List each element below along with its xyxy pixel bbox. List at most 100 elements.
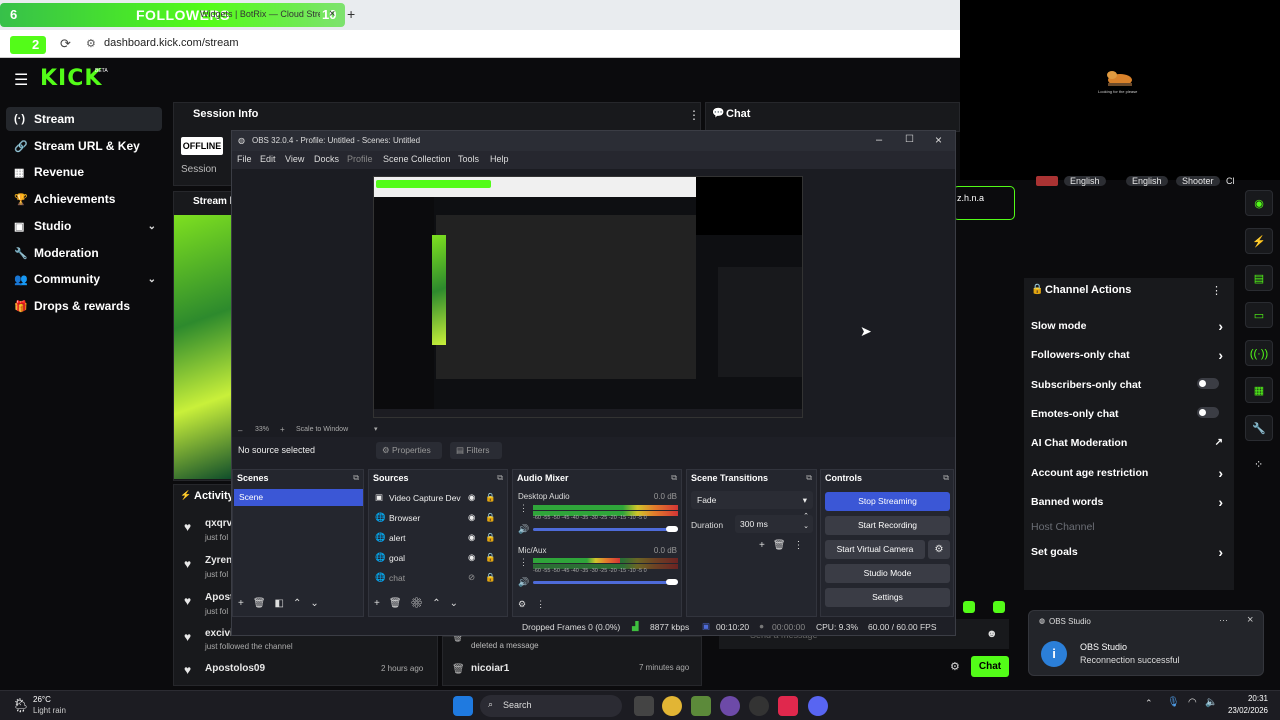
mod-log-user[interactable]: nicoiar1	[471, 663, 509, 674]
eye-icon[interactable]: ◉	[468, 532, 475, 543]
emoji-icon[interactable]: ☻	[986, 628, 998, 640]
undock-icon[interactable]: ⧉	[671, 473, 677, 483]
activity-user[interactable]: Zyren	[205, 555, 232, 566]
activity-user[interactable]: Apostolos09	[205, 663, 265, 674]
eye-icon[interactable]: ◉	[468, 552, 475, 563]
scene-item[interactable]: Scene	[234, 489, 363, 506]
stop-streaming-button[interactable]: Stop Streaming	[825, 492, 950, 511]
clipboard-icon[interactable]: ▤	[1245, 265, 1273, 291]
source-item[interactable]: 🌐 chat ⊘ 🔒	[369, 570, 507, 588]
sidebar-item-studio[interactable]: ▣ Studio ⌄	[6, 214, 162, 238]
sidebar-item-drops-rewards[interactable]: 🎁 Drops & rewards	[6, 294, 162, 318]
microphone-icon[interactable]: 🎙	[1167, 697, 1180, 708]
close-icon[interactable]: ×	[935, 133, 942, 147]
layout-icon[interactable]: ▦	[1245, 377, 1273, 403]
session-menu-icon[interactable]: ⋮	[688, 108, 700, 122]
lock-icon[interactable]: 🔒	[485, 492, 496, 503]
menu-file[interactable]: File	[237, 154, 252, 164]
emote-icon[interactable]	[963, 601, 975, 613]
more-icon[interactable]: ⋮	[794, 540, 812, 551]
source-item[interactable]: ▣ Video Capture Dev ◉ 🔒	[369, 490, 507, 508]
minimize-icon[interactable]: –	[876, 134, 882, 146]
taskbar-search[interactable]: ⌕ Search	[480, 695, 622, 717]
start-virtual-camera-button[interactable]: Start Virtual Camera	[825, 540, 925, 559]
menu-tools[interactable]: Tools	[458, 154, 479, 164]
sidebar-item-revenue[interactable]: ▦ Revenue	[6, 160, 162, 184]
mic-volume-slider[interactable]	[533, 581, 678, 584]
volume-knob[interactable]	[666, 579, 678, 585]
lightning-icon[interactable]: ⚡	[1245, 228, 1273, 254]
source-item[interactable]: 🌐 goal ◉ 🔒	[369, 550, 507, 568]
discord-icon[interactable]	[808, 696, 828, 716]
account-age-restriction-row[interactable]: Account age restriction ›	[1031, 465, 1227, 481]
more-icon[interactable]: ⁘	[1254, 458, 1263, 471]
minecraft-icon[interactable]	[691, 696, 711, 716]
menu-profile[interactable]: Profile	[347, 154, 373, 164]
obs-taskbar-icon[interactable]	[749, 696, 769, 716]
settings-button[interactable]: Settings	[825, 588, 950, 607]
sidebar-item-moderation[interactable]: 🔧 Moderation	[6, 241, 162, 265]
app-icon[interactable]	[720, 696, 740, 716]
undock-icon[interactable]: ⧉	[806, 473, 812, 483]
activity-user[interactable]: qxqrv	[205, 518, 232, 529]
tag-pill[interactable]: English	[1126, 176, 1168, 186]
filter-icon[interactable]: ◧	[275, 598, 293, 609]
speaker-icon[interactable]: 🔊	[518, 524, 529, 535]
lock-icon[interactable]: 🔒	[485, 552, 496, 563]
emote-icon[interactable]	[993, 601, 1005, 613]
trash-icon[interactable]: 🗑	[389, 598, 411, 609]
start-recording-button[interactable]: Start Recording	[825, 516, 950, 535]
tag-pill[interactable]: Cl	[1226, 176, 1235, 186]
new-tab-button[interactable]: +	[347, 6, 355, 22]
windows-start-icon[interactable]	[453, 696, 473, 716]
menu-scene-collection[interactable]: Scene Collection	[383, 154, 451, 164]
notification-menu-icon[interactable]: ···	[1219, 615, 1228, 625]
camera-icon[interactable]: ◉	[1245, 190, 1273, 216]
browser-tab-title[interactable]: Widgets | BotRix — Cloud Strea	[200, 9, 320, 19]
stepper-icon[interactable]: ⌃ ⌄	[803, 512, 809, 532]
undock-icon[interactable]: ⧉	[497, 473, 503, 483]
sidebar-item-stream[interactable]: (·) Stream	[6, 107, 162, 131]
properties-button[interactable]: ⚙ Properties	[376, 442, 442, 459]
zoom-mode[interactable]: Scale to Window	[296, 426, 348, 433]
duration-input[interactable]: 300 ms ⌃ ⌄	[735, 512, 813, 533]
gear-icon[interactable]: ⚙	[411, 598, 433, 609]
undock-icon[interactable]: ⧉	[943, 473, 949, 483]
eye-icon[interactable]: ◉	[468, 512, 475, 523]
site-info-icon[interactable]: ⚙	[86, 37, 96, 50]
sidebar-item-stream-url-key[interactable]: 🔗 Stream URL & Key	[6, 134, 162, 158]
sidebar-item-achievements[interactable]: 🏆 Achievements	[6, 187, 162, 211]
followers-only-chat-row[interactable]: Followers-only chat ›	[1031, 347, 1227, 363]
chevron-down-icon[interactable]: ⌄	[148, 221, 156, 232]
url-text[interactable]: dashboard.kick.com/stream	[104, 37, 239, 49]
zoom-out-icon[interactable]: –	[238, 426, 242, 435]
set-goals-row[interactable]: Set goals ›	[1031, 544, 1227, 560]
more-icon[interactable]: ⋮	[536, 599, 555, 609]
move-up-icon[interactable]: ⌃	[293, 598, 310, 609]
clock-date[interactable]: 23/02/2026	[1222, 706, 1268, 715]
move-down-icon[interactable]: ⌄	[310, 598, 327, 609]
lock-icon[interactable]: 🔒	[485, 572, 496, 583]
trash-icon[interactable]: 🗑	[773, 540, 794, 551]
menu-help[interactable]: Help	[490, 154, 509, 164]
studio-mode-button[interactable]: Studio Mode	[825, 564, 950, 583]
chevron-down-icon[interactable]: ⌄	[148, 274, 156, 285]
virtual-camera-settings-icon[interactable]: ⚙	[928, 540, 950, 559]
chat-bubble-icon[interactable]: ▭	[1245, 302, 1273, 328]
channel-menu-icon[interactable]: ⋮	[519, 557, 528, 568]
chat-settings-icon[interactable]: ⚙	[950, 660, 960, 673]
slow-mode-row[interactable]: Slow mode ›	[1031, 318, 1227, 334]
chevron-up-icon[interactable]: ⌃	[1145, 698, 1153, 709]
menu-view[interactable]: View	[285, 154, 304, 164]
chrome-icon[interactable]	[662, 696, 682, 716]
menu-icon[interactable]: ☰	[14, 70, 28, 90]
move-down-icon[interactable]: ⌄	[450, 598, 467, 609]
source-item[interactable]: 🌐 alert ◉ 🔒	[369, 530, 507, 548]
sidebar-item-community[interactable]: 👥 Community ⌄	[6, 267, 162, 291]
tag-pill[interactable]: English	[1064, 176, 1106, 186]
chat-send-button[interactable]: Chat	[971, 656, 1009, 677]
activity-user[interactable]: Apost	[205, 592, 233, 603]
obs-preview-canvas[interactable]	[373, 176, 803, 418]
clock-time[interactable]: 20:31	[1232, 694, 1268, 703]
eye-icon[interactable]: ◉	[468, 492, 475, 503]
